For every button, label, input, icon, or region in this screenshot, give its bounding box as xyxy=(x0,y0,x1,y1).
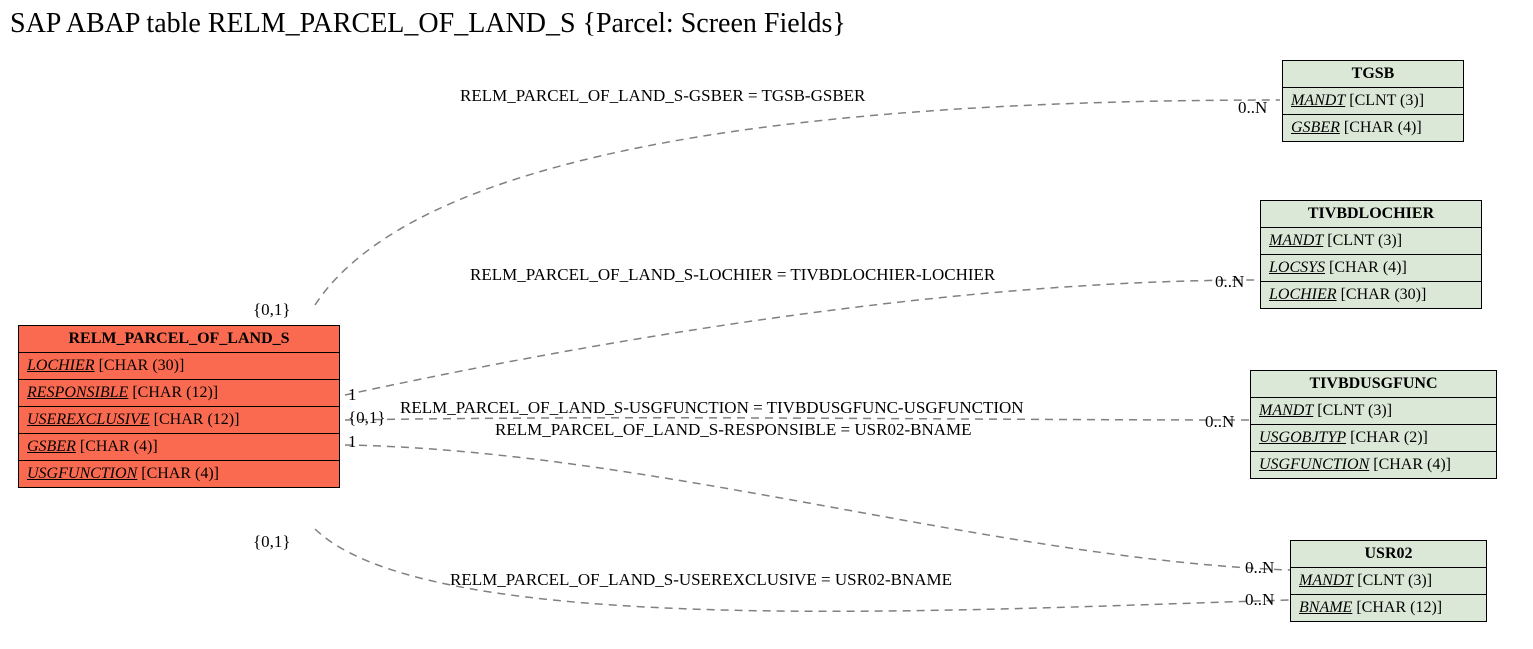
field-row: USGFUNCTION [CHAR (4)] xyxy=(1251,452,1496,478)
field-type: [CLNT (3)] xyxy=(1349,92,1424,109)
entity-relm-parcel-of-land-s: RELM_PARCEL_OF_LAND_S LOCHIER [CHAR (30)… xyxy=(18,325,340,488)
field-name: LOCHIER xyxy=(27,357,95,374)
cardinality-label: {0,1} xyxy=(348,408,386,428)
entity-tivbdlochier: TIVBDLOCHIER MANDT [CLNT (3)] LOCSYS [CH… xyxy=(1260,200,1482,309)
field-row: BNAME [CHAR (12)] xyxy=(1291,595,1486,621)
field-row: USGOBJTYP [CHAR (2)] xyxy=(1251,425,1496,452)
field-row: GSBER [CHAR (4)] xyxy=(19,434,339,461)
entity-header: RELM_PARCEL_OF_LAND_S xyxy=(19,326,339,353)
field-name: MANDT xyxy=(1299,572,1353,589)
entity-header: TIVBDLOCHIER xyxy=(1261,201,1481,228)
cardinality-label: 0..N xyxy=(1215,272,1244,292)
cardinality-label: {0,1} xyxy=(253,532,291,552)
field-type: [CHAR (12)] xyxy=(154,411,240,428)
field-name: USGOBJTYP xyxy=(1259,429,1346,446)
field-type: [CHAR (2)] xyxy=(1350,429,1428,446)
field-row: MANDT [CLNT (3)] xyxy=(1283,88,1463,115)
edge-label: RELM_PARCEL_OF_LAND_S-RESPONSIBLE = USR0… xyxy=(495,420,972,440)
entity-tivbdusgfunc: TIVBDUSGFUNC MANDT [CLNT (3)] USGOBJTYP … xyxy=(1250,370,1497,479)
field-row: MANDT [CLNT (3)] xyxy=(1261,228,1481,255)
field-name: GSBER xyxy=(1291,119,1340,136)
field-row: LOCHIER [CHAR (30)] xyxy=(19,353,339,380)
field-type: [CHAR (4)] xyxy=(141,465,219,482)
cardinality-label: 1 xyxy=(348,385,357,405)
field-name: MANDT xyxy=(1291,92,1345,109)
field-type: [CHAR (4)] xyxy=(1329,259,1407,276)
field-row: USEREXCLUSIVE [CHAR (12)] xyxy=(19,407,339,434)
field-row: LOCHIER [CHAR (30)] xyxy=(1261,282,1481,308)
field-type: [CHAR (30)] xyxy=(99,357,185,374)
page-title: SAP ABAP table RELM_PARCEL_OF_LAND_S {Pa… xyxy=(10,8,846,40)
field-name: LOCHIER xyxy=(1269,286,1337,303)
field-row: LOCSYS [CHAR (4)] xyxy=(1261,255,1481,282)
field-name: USGFUNCTION xyxy=(1259,456,1369,473)
field-name: LOCSYS xyxy=(1269,259,1325,276)
field-name: BNAME xyxy=(1299,599,1352,616)
field-name: MANDT xyxy=(1259,402,1313,419)
field-row: GSBER [CHAR (4)] xyxy=(1283,115,1463,141)
entity-usr02: USR02 MANDT [CLNT (3)] BNAME [CHAR (12)] xyxy=(1290,540,1487,622)
cardinality-label: 0..N xyxy=(1245,558,1274,578)
field-type: [CLNT (3)] xyxy=(1317,402,1392,419)
cardinality-label: 1 xyxy=(348,432,357,452)
field-type: [CLNT (3)] xyxy=(1327,232,1402,249)
field-name: USGFUNCTION xyxy=(27,465,137,482)
field-type: [CLNT (3)] xyxy=(1357,572,1432,589)
field-row: RESPONSIBLE [CHAR (12)] xyxy=(19,380,339,407)
field-type: [CHAR (12)] xyxy=(132,384,218,401)
field-row: USGFUNCTION [CHAR (4)] xyxy=(19,461,339,487)
entity-header: USR02 xyxy=(1291,541,1486,568)
entity-header: TIVBDUSGFUNC xyxy=(1251,371,1496,398)
field-name: RESPONSIBLE xyxy=(27,384,128,401)
edge-label: RELM_PARCEL_OF_LAND_S-GSBER = TGSB-GSBER xyxy=(460,86,865,106)
cardinality-label: 0..N xyxy=(1245,590,1274,610)
cardinality-label: {0,1} xyxy=(253,300,291,320)
cardinality-label: 0..N xyxy=(1205,412,1234,432)
edge-label: RELM_PARCEL_OF_LAND_S-LOCHIER = TIVBDLOC… xyxy=(470,265,995,285)
entity-header: TGSB xyxy=(1283,61,1463,88)
edge-label: RELM_PARCEL_OF_LAND_S-USEREXCLUSIVE = US… xyxy=(450,570,952,590)
field-row: MANDT [CLNT (3)] xyxy=(1251,398,1496,425)
field-name: GSBER xyxy=(27,438,76,455)
field-type: [CHAR (12)] xyxy=(1356,599,1442,616)
field-type: [CHAR (4)] xyxy=(1373,456,1451,473)
field-type: [CHAR (4)] xyxy=(80,438,158,455)
field-name: USEREXCLUSIVE xyxy=(27,411,150,428)
field-row: MANDT [CLNT (3)] xyxy=(1291,568,1486,595)
field-name: MANDT xyxy=(1269,232,1323,249)
field-type: [CHAR (4)] xyxy=(1344,119,1422,136)
field-type: [CHAR (30)] xyxy=(1341,286,1427,303)
edge-label: RELM_PARCEL_OF_LAND_S-USGFUNCTION = TIVB… xyxy=(400,398,1024,418)
cardinality-label: 0..N xyxy=(1238,98,1267,118)
entity-tgsb: TGSB MANDT [CLNT (3)] GSBER [CHAR (4)] xyxy=(1282,60,1464,142)
